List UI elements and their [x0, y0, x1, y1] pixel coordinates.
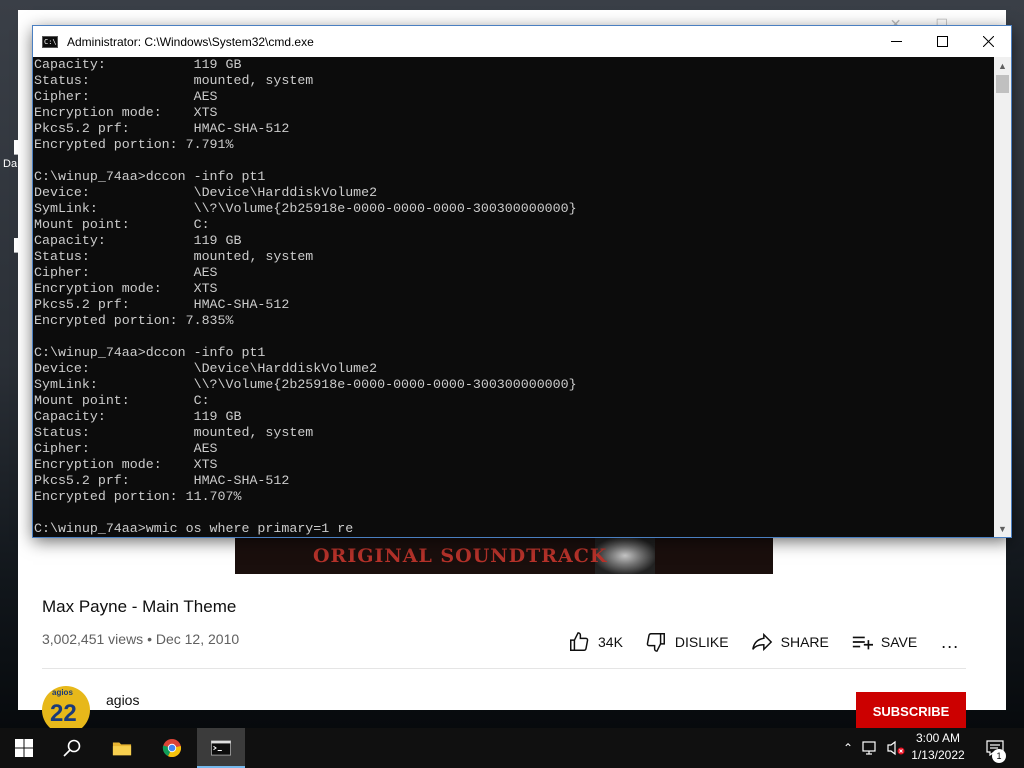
save-label: SAVE: [880, 634, 918, 650]
like-button[interactable]: 34K: [568, 631, 623, 653]
video-player[interactable]: ORIGINAL SOUNDTRACK: [235, 537, 773, 574]
terminal-line: Capacity: 119 GB: [34, 57, 242, 72]
terminal-line: Capacity: 119 GB: [34, 409, 242, 424]
chrome-icon: [162, 739, 182, 758]
channel-name[interactable]: agios: [106, 692, 139, 708]
file-explorer-button[interactable]: [98, 728, 146, 768]
taskbar: ⌃ 3:00 AM 1/13/2022 1: [0, 728, 1024, 768]
more-actions-button[interactable]: ...: [941, 632, 959, 653]
terminal-line: C:\winup_74aa>dccon -info pt1: [34, 169, 266, 184]
terminal-line: Cipher: AES: [34, 89, 218, 104]
desktop-icon-label[interactable]: Da: [3, 158, 17, 170]
chrome-button[interactable]: [148, 728, 196, 768]
channel-avatar-number: 22: [50, 700, 77, 727]
close-button[interactable]: [965, 26, 1011, 57]
divider: [42, 668, 966, 669]
terminal-icon: C:\: [42, 35, 58, 48]
terminal-icon: [211, 740, 231, 756]
folder-icon: [112, 742, 132, 756]
channel-avatar[interactable]: agios 22: [42, 686, 90, 734]
close-icon: [982, 36, 994, 47]
terminal-line: Status: mounted, system: [34, 425, 314, 440]
taskbar-clock[interactable]: 3:00 AM 1/13/2022: [906, 730, 970, 764]
minimize-icon: [890, 41, 902, 42]
terminal-line: Cipher: AES: [34, 441, 218, 456]
terminal-line: Status: mounted, system: [34, 73, 314, 88]
terminal-line: Device: \Device\HarddiskVolume2: [34, 361, 378, 376]
terminal-line: Encryption mode: XTS: [34, 281, 218, 296]
terminal-line: C:\winup_74aa>dccon -info pt1: [34, 345, 266, 360]
playlist-add-icon: [852, 636, 873, 650]
terminal-line: Encryption mode: XTS: [34, 105, 218, 120]
minimize-button[interactable]: [873, 26, 919, 57]
terminal-line: Cipher: AES: [34, 265, 218, 280]
maximize-icon: [936, 36, 948, 47]
terminal-line: SymLink: \\?\Volume{2b25918e-0000-0000-0…: [34, 201, 577, 216]
terminal-output[interactable]: Capacity: 119 GB Status: mounted, system C…: [33, 57, 993, 537]
dislike-button[interactable]: DISLIKE: [645, 631, 729, 653]
start-button[interactable]: [0, 728, 48, 768]
cmd-scrollbar[interactable]: ▲ ▼: [994, 57, 1011, 537]
video-actions: 34K DISLIKE SHARE SAVE ...: [568, 631, 959, 653]
thumbs-up-icon: [570, 632, 589, 651]
subscribe-button[interactable]: SUBSCRIBE: [856, 692, 966, 728]
scroll-down-arrow-icon[interactable]: ▼: [994, 520, 1011, 537]
channel-avatar-top-text: agios: [52, 688, 73, 697]
search-button[interactable]: [48, 728, 96, 768]
terminal-line: Encryption mode: XTS: [34, 457, 218, 472]
share-label: SHARE: [780, 634, 829, 650]
cmd-titlebar[interactable]: C:\ Administrator: C:\Windows\System32\c…: [33, 26, 1011, 57]
terminal-line: Status: mounted, system: [34, 249, 314, 264]
terminal-line: Mount point: C:: [34, 393, 210, 408]
share-icon: [751, 632, 772, 652]
terminal-line: Pkcs5.2 prf: HMAC-SHA-512: [34, 297, 290, 312]
terminal-line: Encrypted portion: 7.791%: [34, 137, 234, 152]
network-icon[interactable]: [862, 740, 880, 756]
clock-time: 3:00 AM: [915, 731, 961, 745]
system-tray: ⌃: [838, 728, 906, 768]
terminal-line: Mount point: C:: [34, 217, 210, 232]
scroll-thumb[interactable]: [996, 75, 1009, 93]
terminal-line: Pkcs5.2 prf: HMAC-SHA-512: [34, 121, 290, 136]
maximize-button[interactable]: [919, 26, 965, 57]
clock-date: 1/13/2022: [911, 748, 965, 762]
dislike-label: DISLIKE: [674, 634, 729, 650]
cmd-window-controls: [873, 26, 1011, 57]
terminal-line: Device: \Device\HarddiskVolume2: [34, 185, 378, 200]
notification-count-badge: 1: [992, 749, 1006, 763]
terminal-line: Capacity: 119 GB: [34, 233, 242, 248]
thumbs-down-icon: [646, 633, 665, 652]
windows-logo-icon: [15, 739, 33, 757]
terminal-line: Encrypted portion: 7.835%: [34, 313, 234, 328]
cmd-window[interactable]: C:\ Administrator: C:\Windows\System32\c…: [33, 26, 1011, 537]
like-count: 34K: [598, 634, 623, 650]
terminal-line: C:\winup_74aa>wmic os where primary=1 re: [34, 521, 354, 536]
cmd-taskbar-button[interactable]: [197, 728, 245, 768]
video-banner-text: ORIGINAL SOUNDTRACK: [313, 545, 608, 567]
scroll-up-arrow-icon[interactable]: ▲: [994, 57, 1011, 74]
share-button[interactable]: SHARE: [751, 631, 829, 653]
cmd-window-title: Administrator: C:\Windows\System32\cmd.e…: [67, 34, 314, 49]
terminal-line: Encrypted portion: 11.707%: [34, 489, 242, 504]
terminal-line: Pkcs5.2 prf: HMAC-SHA-512: [34, 473, 290, 488]
search-icon: [63, 739, 81, 757]
show-hidden-icons-chevron-icon[interactable]: ⌃: [838, 741, 858, 755]
video-meta: 3,002,451 views • Dec 12, 2010: [42, 631, 240, 647]
save-button[interactable]: SAVE: [851, 631, 917, 653]
terminal-line: SymLink: \\?\Volume{2b25918e-0000-0000-0…: [34, 377, 577, 392]
volume-muted-icon[interactable]: [886, 740, 906, 756]
video-title: Max Payne - Main Theme: [42, 597, 237, 616]
